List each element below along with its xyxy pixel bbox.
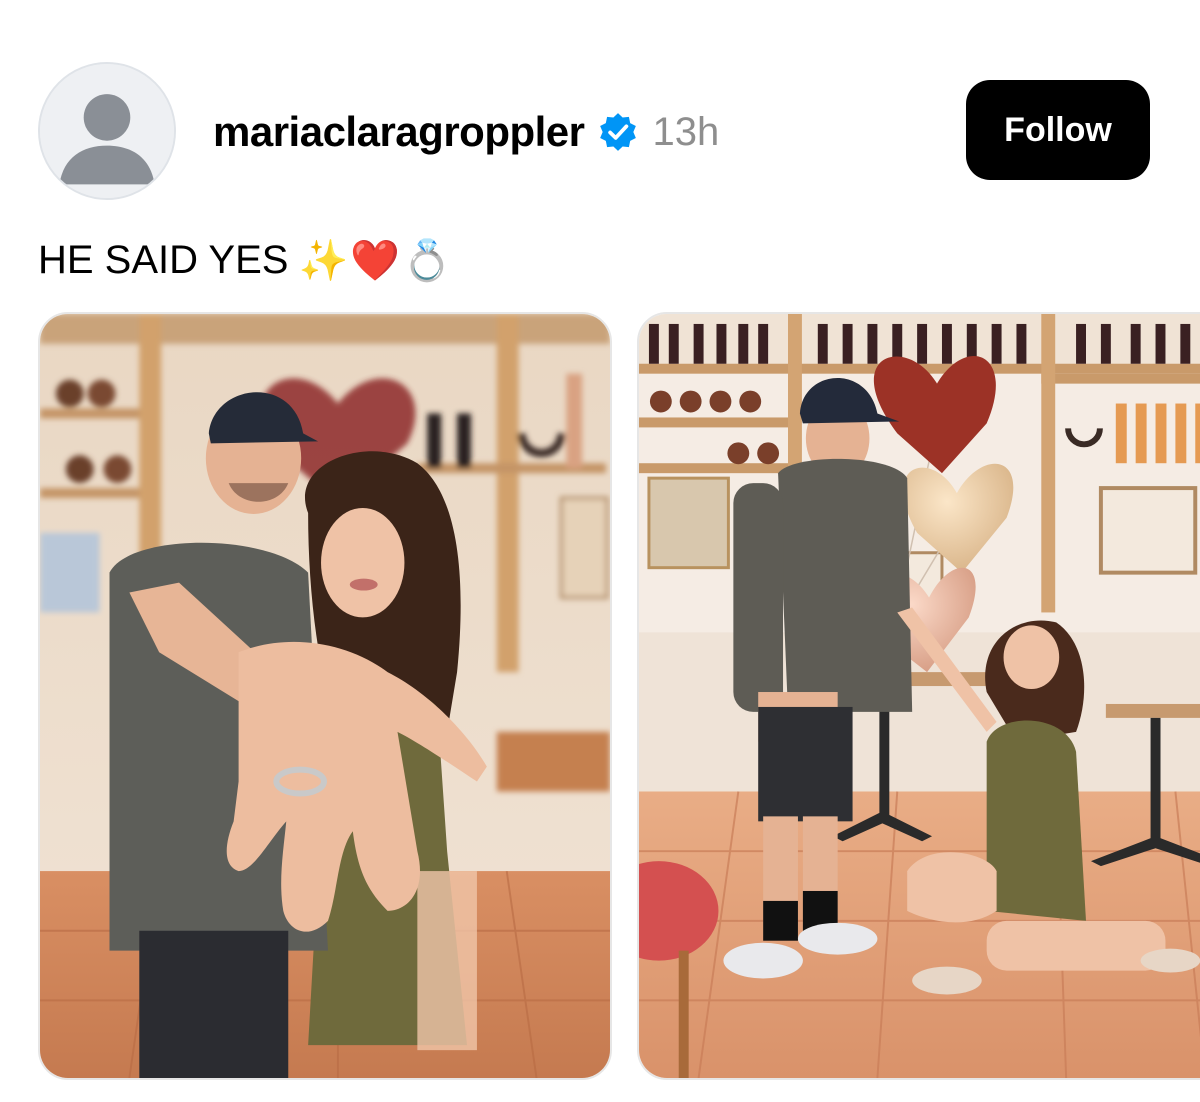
engagement-ring-hand-photo[interactable] (38, 312, 612, 1080)
username-link[interactable]: mariaclaragroppler (213, 108, 585, 156)
default-user-icon (40, 64, 174, 198)
username-row: mariaclaragroppler 13h (213, 104, 719, 160)
proposal-kneeling-photo[interactable] (637, 312, 1200, 1080)
post-caption: HE SAID YES ✨❤️💍 (38, 232, 454, 288)
follow-button[interactable]: Follow (966, 80, 1150, 180)
avatar[interactable] (38, 62, 176, 200)
post-header: mariaclaragroppler 13h Follow (0, 0, 1200, 210)
caption-emoji: ✨❤️💍 (298, 238, 454, 283)
media-carousel[interactable] (0, 312, 1200, 1082)
verified-badge-icon (597, 111, 639, 153)
post-timestamp: 13h (652, 109, 720, 154)
caption-text: HE SAID YES (38, 237, 289, 282)
